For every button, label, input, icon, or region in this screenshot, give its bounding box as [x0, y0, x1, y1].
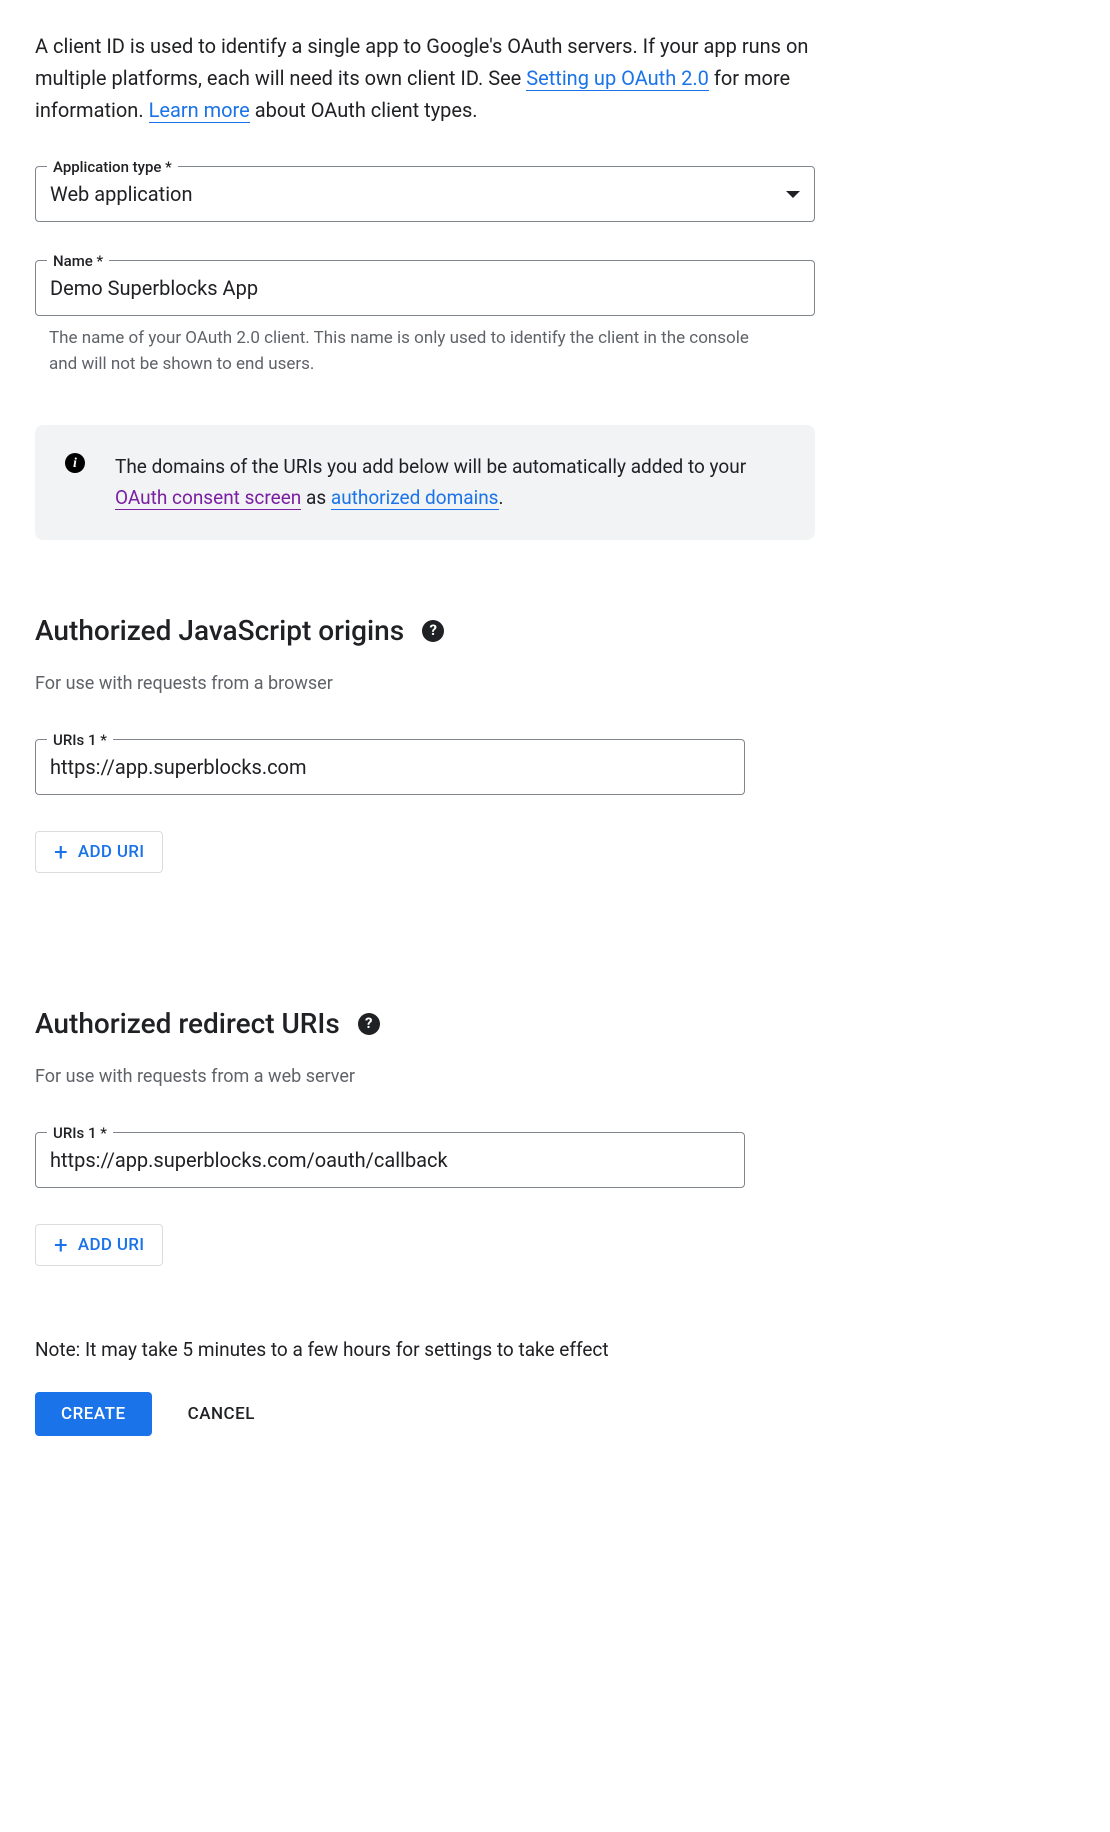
js-origins-uri-label: URIs 1 *	[47, 729, 113, 752]
info-part2: as	[301, 486, 331, 509]
link-learn-more[interactable]: Learn more	[149, 98, 250, 123]
info-box: i The domains of the URIs you add below …	[35, 425, 815, 540]
link-authorized-domains[interactable]: authorized domains	[331, 486, 499, 510]
redirect-uris-title: Authorized redirect URIs	[35, 1003, 340, 1045]
name-field-wrap: Name *	[35, 260, 815, 316]
dropdown-arrow-icon	[786, 191, 800, 198]
plus-icon: +	[54, 1233, 68, 1257]
redirect-uri-field: URIs 1 *	[35, 1132, 745, 1188]
settings-note: Note: It may take 5 minutes to a few hou…	[35, 1336, 1075, 1365]
js-origins-uri-input[interactable]	[35, 739, 745, 795]
info-part3: .	[499, 486, 504, 509]
add-js-origin-uri-button[interactable]: + ADD URI	[35, 831, 163, 873]
cancel-button[interactable]: CANCEL	[180, 1392, 263, 1436]
application-type-label: Application type *	[47, 156, 178, 179]
js-origins-title: Authorized JavaScript origins	[35, 610, 404, 652]
info-icon: i	[65, 453, 85, 473]
name-helper-text: The name of your OAuth 2.0 client. This …	[49, 326, 769, 377]
link-setting-up-oauth[interactable]: Setting up OAuth 2.0	[526, 66, 709, 91]
name-input[interactable]	[35, 260, 815, 316]
redirect-uri-label: URIs 1 *	[47, 1122, 113, 1145]
intro-part3: about OAuth client types.	[250, 98, 478, 122]
link-oauth-consent-screen[interactable]: OAuth consent screen	[115, 486, 301, 510]
redirect-uris-title-row: Authorized redirect URIs ?	[35, 1003, 1075, 1045]
add-uri-label: ADD URI	[78, 842, 144, 862]
help-icon[interactable]: ?	[358, 1013, 380, 1035]
js-origins-uri-field: URIs 1 *	[35, 739, 745, 795]
info-part1: The domains of the URIs you add below wi…	[115, 455, 746, 478]
redirect-uris-subtitle: For use with requests from a web server	[35, 1063, 1075, 1090]
name-label: Name *	[47, 250, 109, 273]
plus-icon: +	[54, 840, 68, 864]
js-origins-title-row: Authorized JavaScript origins ?	[35, 610, 1075, 652]
info-text: The domains of the URIs you add below wi…	[115, 451, 785, 514]
help-icon[interactable]: ?	[422, 620, 444, 642]
application-type-field: Application type * Web application	[35, 166, 815, 222]
add-uri-label: ADD URI	[78, 1235, 144, 1255]
add-redirect-uri-button[interactable]: + ADD URI	[35, 1224, 163, 1266]
button-row: CREATE CANCEL	[35, 1392, 1075, 1436]
create-button[interactable]: CREATE	[35, 1392, 152, 1436]
application-type-value: Web application	[50, 179, 193, 209]
redirect-uri-input[interactable]	[35, 1132, 745, 1188]
intro-text: A client ID is used to identify a single…	[35, 30, 815, 126]
js-origins-subtitle: For use with requests from a browser	[35, 670, 1075, 697]
